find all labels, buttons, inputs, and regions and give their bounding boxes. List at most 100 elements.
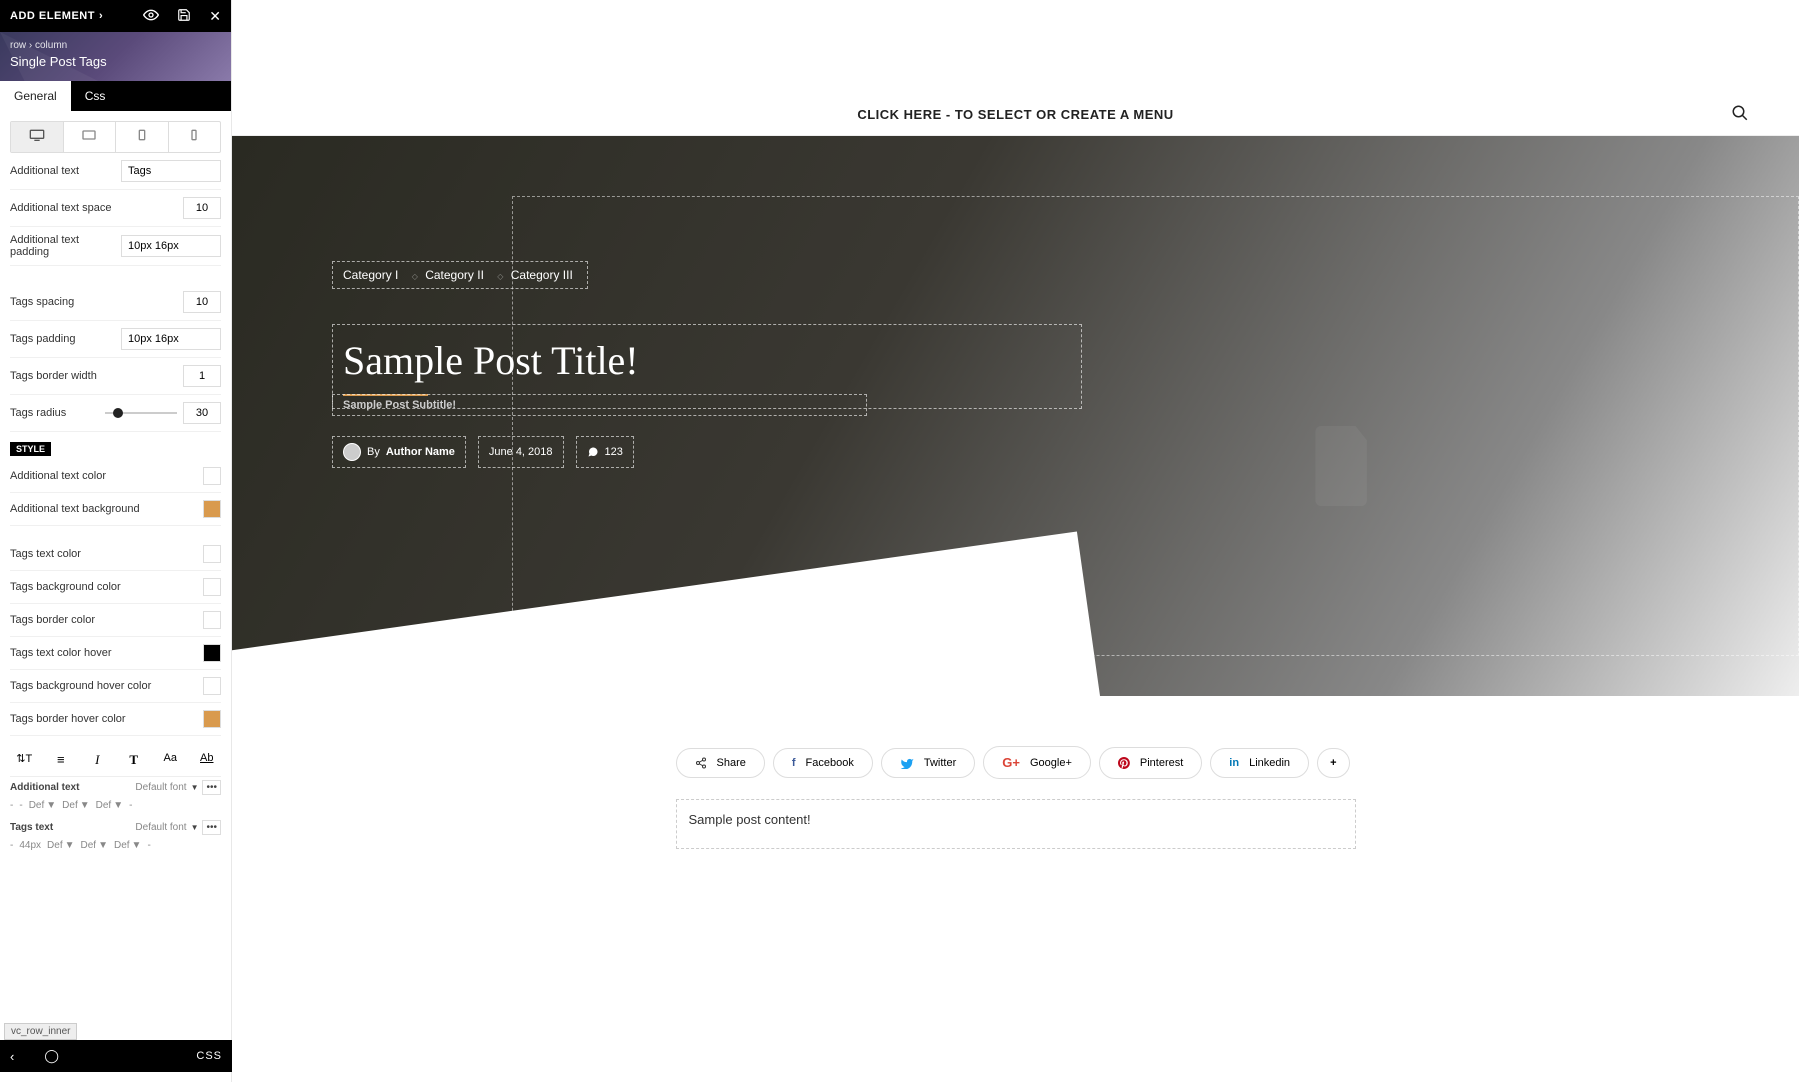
typo-def-4[interactable]: Def ▼ bbox=[47, 840, 74, 851]
slider-tags-radius[interactable] bbox=[105, 412, 177, 414]
typo-def-6[interactable]: Def ▼ bbox=[114, 840, 141, 851]
element-title: Single Post Tags bbox=[10, 54, 221, 69]
swatch-tags-text-hover[interactable] bbox=[203, 644, 221, 662]
preview-icon[interactable] bbox=[143, 8, 159, 24]
menu-placeholder-text[interactable]: CLICK HERE - TO SELECT OR CREATE A MENU bbox=[857, 107, 1173, 122]
add-element-button[interactable]: ADD ELEMENT› bbox=[10, 10, 103, 22]
input-additional-text-space[interactable] bbox=[183, 197, 221, 219]
input-additional-text-padding[interactable] bbox=[121, 235, 221, 257]
typo-more-1[interactable]: ••• bbox=[202, 780, 221, 795]
share-row: Share fFacebook Twitter G+Google+ Pinter… bbox=[676, 746, 1356, 779]
label-additional-text: Additional text bbox=[10, 165, 79, 177]
category-3[interactable]: Category III bbox=[511, 268, 573, 282]
swatch-tags-bg-color[interactable] bbox=[203, 578, 221, 596]
input-tags-padding[interactable] bbox=[121, 328, 221, 350]
sidebar-panel: ADD ELEMENT› ✕ row › column Single Post … bbox=[0, 0, 232, 1082]
category-row: Category I ◇ Category II ◇ Category III bbox=[332, 261, 588, 289]
label-tags-bg-hover: Tags background hover color bbox=[10, 680, 151, 692]
post-content-block: Sample post content! bbox=[676, 799, 1356, 849]
post-title: Sample Post Title! bbox=[343, 337, 1061, 384]
device-mobile[interactable] bbox=[169, 122, 221, 152]
typo-def-1[interactable]: Def ▼ bbox=[29, 800, 56, 811]
typo-lineheight-icon[interactable]: ≡ bbox=[47, 750, 76, 770]
swatch-tags-text-color[interactable] bbox=[203, 545, 221, 563]
typo-more-2[interactable]: ••• bbox=[202, 820, 221, 835]
css-button[interactable]: CSS bbox=[196, 1050, 222, 1062]
linkedin-icon: in bbox=[1229, 757, 1239, 769]
typo-font-select-2[interactable]: Default font bbox=[135, 822, 186, 833]
comments-box[interactable]: 123 bbox=[576, 436, 634, 468]
save-icon[interactable] bbox=[177, 8, 191, 25]
twitter-button[interactable]: Twitter bbox=[881, 748, 975, 778]
tab-css[interactable]: Css bbox=[71, 81, 120, 111]
device-tablet-portrait[interactable] bbox=[116, 122, 169, 152]
sidebar-bottom-bar: ‹ ◯ CSS bbox=[0, 1040, 232, 1072]
typography-toolbar: ⇅T ≡ I T Aa Ab bbox=[10, 744, 221, 777]
label-tags-border-hover: Tags border hover color bbox=[10, 713, 126, 725]
label-tags-border-width: Tags border width bbox=[10, 370, 97, 382]
input-tags-spacing[interactable] bbox=[183, 291, 221, 313]
plus-icon: + bbox=[1330, 757, 1336, 769]
back-icon[interactable]: ‹ bbox=[10, 1049, 14, 1064]
search-icon[interactable] bbox=[1731, 104, 1749, 125]
typo-additional-text-label: Additional text bbox=[10, 782, 131, 793]
label-tags-text-color: Tags text color bbox=[10, 548, 81, 560]
share-button[interactable]: Share bbox=[676, 748, 765, 778]
typo-44px[interactable]: 44px bbox=[19, 840, 41, 851]
typo-bold-icon[interactable]: T bbox=[120, 750, 149, 770]
sidebar-tabs: General Css bbox=[0, 81, 231, 111]
close-icon[interactable]: ✕ bbox=[209, 8, 221, 25]
device-desktop[interactable] bbox=[11, 122, 64, 152]
dashed-container bbox=[512, 196, 1799, 656]
typo-font-select-1[interactable]: Default font bbox=[135, 782, 186, 793]
typo-italic-icon[interactable]: I bbox=[83, 750, 112, 770]
pinterest-icon bbox=[1118, 756, 1130, 770]
device-tabs bbox=[10, 121, 221, 153]
input-tags-border-width[interactable] bbox=[183, 365, 221, 387]
swatch-tags-bg-hover[interactable] bbox=[203, 677, 221, 695]
author-name[interactable]: Author Name bbox=[386, 446, 455, 458]
category-1[interactable]: Category I bbox=[343, 268, 398, 282]
category-2[interactable]: Category II bbox=[425, 268, 484, 282]
typo-def-5[interactable]: Def ▼ bbox=[81, 840, 108, 851]
swatch-tags-border-hover[interactable] bbox=[203, 710, 221, 728]
device-tablet-landscape[interactable] bbox=[64, 122, 117, 152]
more-share-button[interactable]: + bbox=[1317, 748, 1349, 778]
label-tags-bg-color: Tags background color bbox=[10, 581, 121, 593]
label-additional-text-space: Additional text space bbox=[10, 202, 112, 214]
swatch-tags-border-color[interactable] bbox=[203, 611, 221, 629]
target-icon[interactable]: ◯ bbox=[44, 1048, 59, 1064]
label-add-text-bg: Additional text background bbox=[10, 503, 140, 515]
swatch-add-text-color[interactable] bbox=[203, 467, 221, 485]
typo-size-icon[interactable]: ⇅T bbox=[10, 750, 39, 770]
sidebar-top-bar: ADD ELEMENT› ✕ bbox=[0, 0, 231, 32]
label-add-text-color: Additional text color bbox=[10, 470, 106, 482]
label-tags-spacing: Tags spacing bbox=[10, 296, 74, 308]
typo-def-2[interactable]: Def ▼ bbox=[62, 800, 89, 811]
typo-def-3[interactable]: Def ▼ bbox=[96, 800, 123, 811]
avatar bbox=[343, 443, 361, 461]
pinterest-button[interactable]: Pinterest bbox=[1099, 747, 1202, 779]
author-box: By Author Name bbox=[332, 436, 466, 468]
linkedin-button[interactable]: inLinkedin bbox=[1210, 748, 1309, 778]
comment-icon bbox=[587, 446, 599, 458]
google-icon: G+ bbox=[1002, 755, 1020, 770]
label-tags-padding: Tags padding bbox=[10, 333, 75, 345]
date-box: June 4, 2018 bbox=[478, 436, 564, 468]
vc-row-inner-tag[interactable]: vc_row_inner bbox=[4, 1023, 77, 1040]
typo-case-icon[interactable]: Aa bbox=[156, 750, 185, 770]
input-tags-radius[interactable] bbox=[183, 402, 221, 424]
google-button[interactable]: G+Google+ bbox=[983, 746, 1091, 779]
breadcrumb[interactable]: row › column bbox=[10, 40, 221, 51]
section-style-label: STYLE bbox=[10, 442, 51, 456]
input-additional-text[interactable] bbox=[121, 160, 221, 182]
typo-tags-text-label: Tags text bbox=[10, 822, 131, 833]
facebook-button[interactable]: fFacebook bbox=[773, 748, 873, 778]
meta-row: By Author Name June 4, 2018 123 bbox=[332, 436, 634, 468]
label-additional-text-padding: Additional text padding bbox=[10, 234, 121, 258]
swatch-add-text-bg[interactable] bbox=[203, 500, 221, 518]
typo-underline-icon[interactable]: Ab bbox=[193, 750, 222, 770]
label-tags-radius: Tags radius bbox=[10, 407, 66, 419]
label-tags-text-hover: Tags text color hover bbox=[10, 647, 112, 659]
tab-general[interactable]: General bbox=[0, 81, 71, 111]
